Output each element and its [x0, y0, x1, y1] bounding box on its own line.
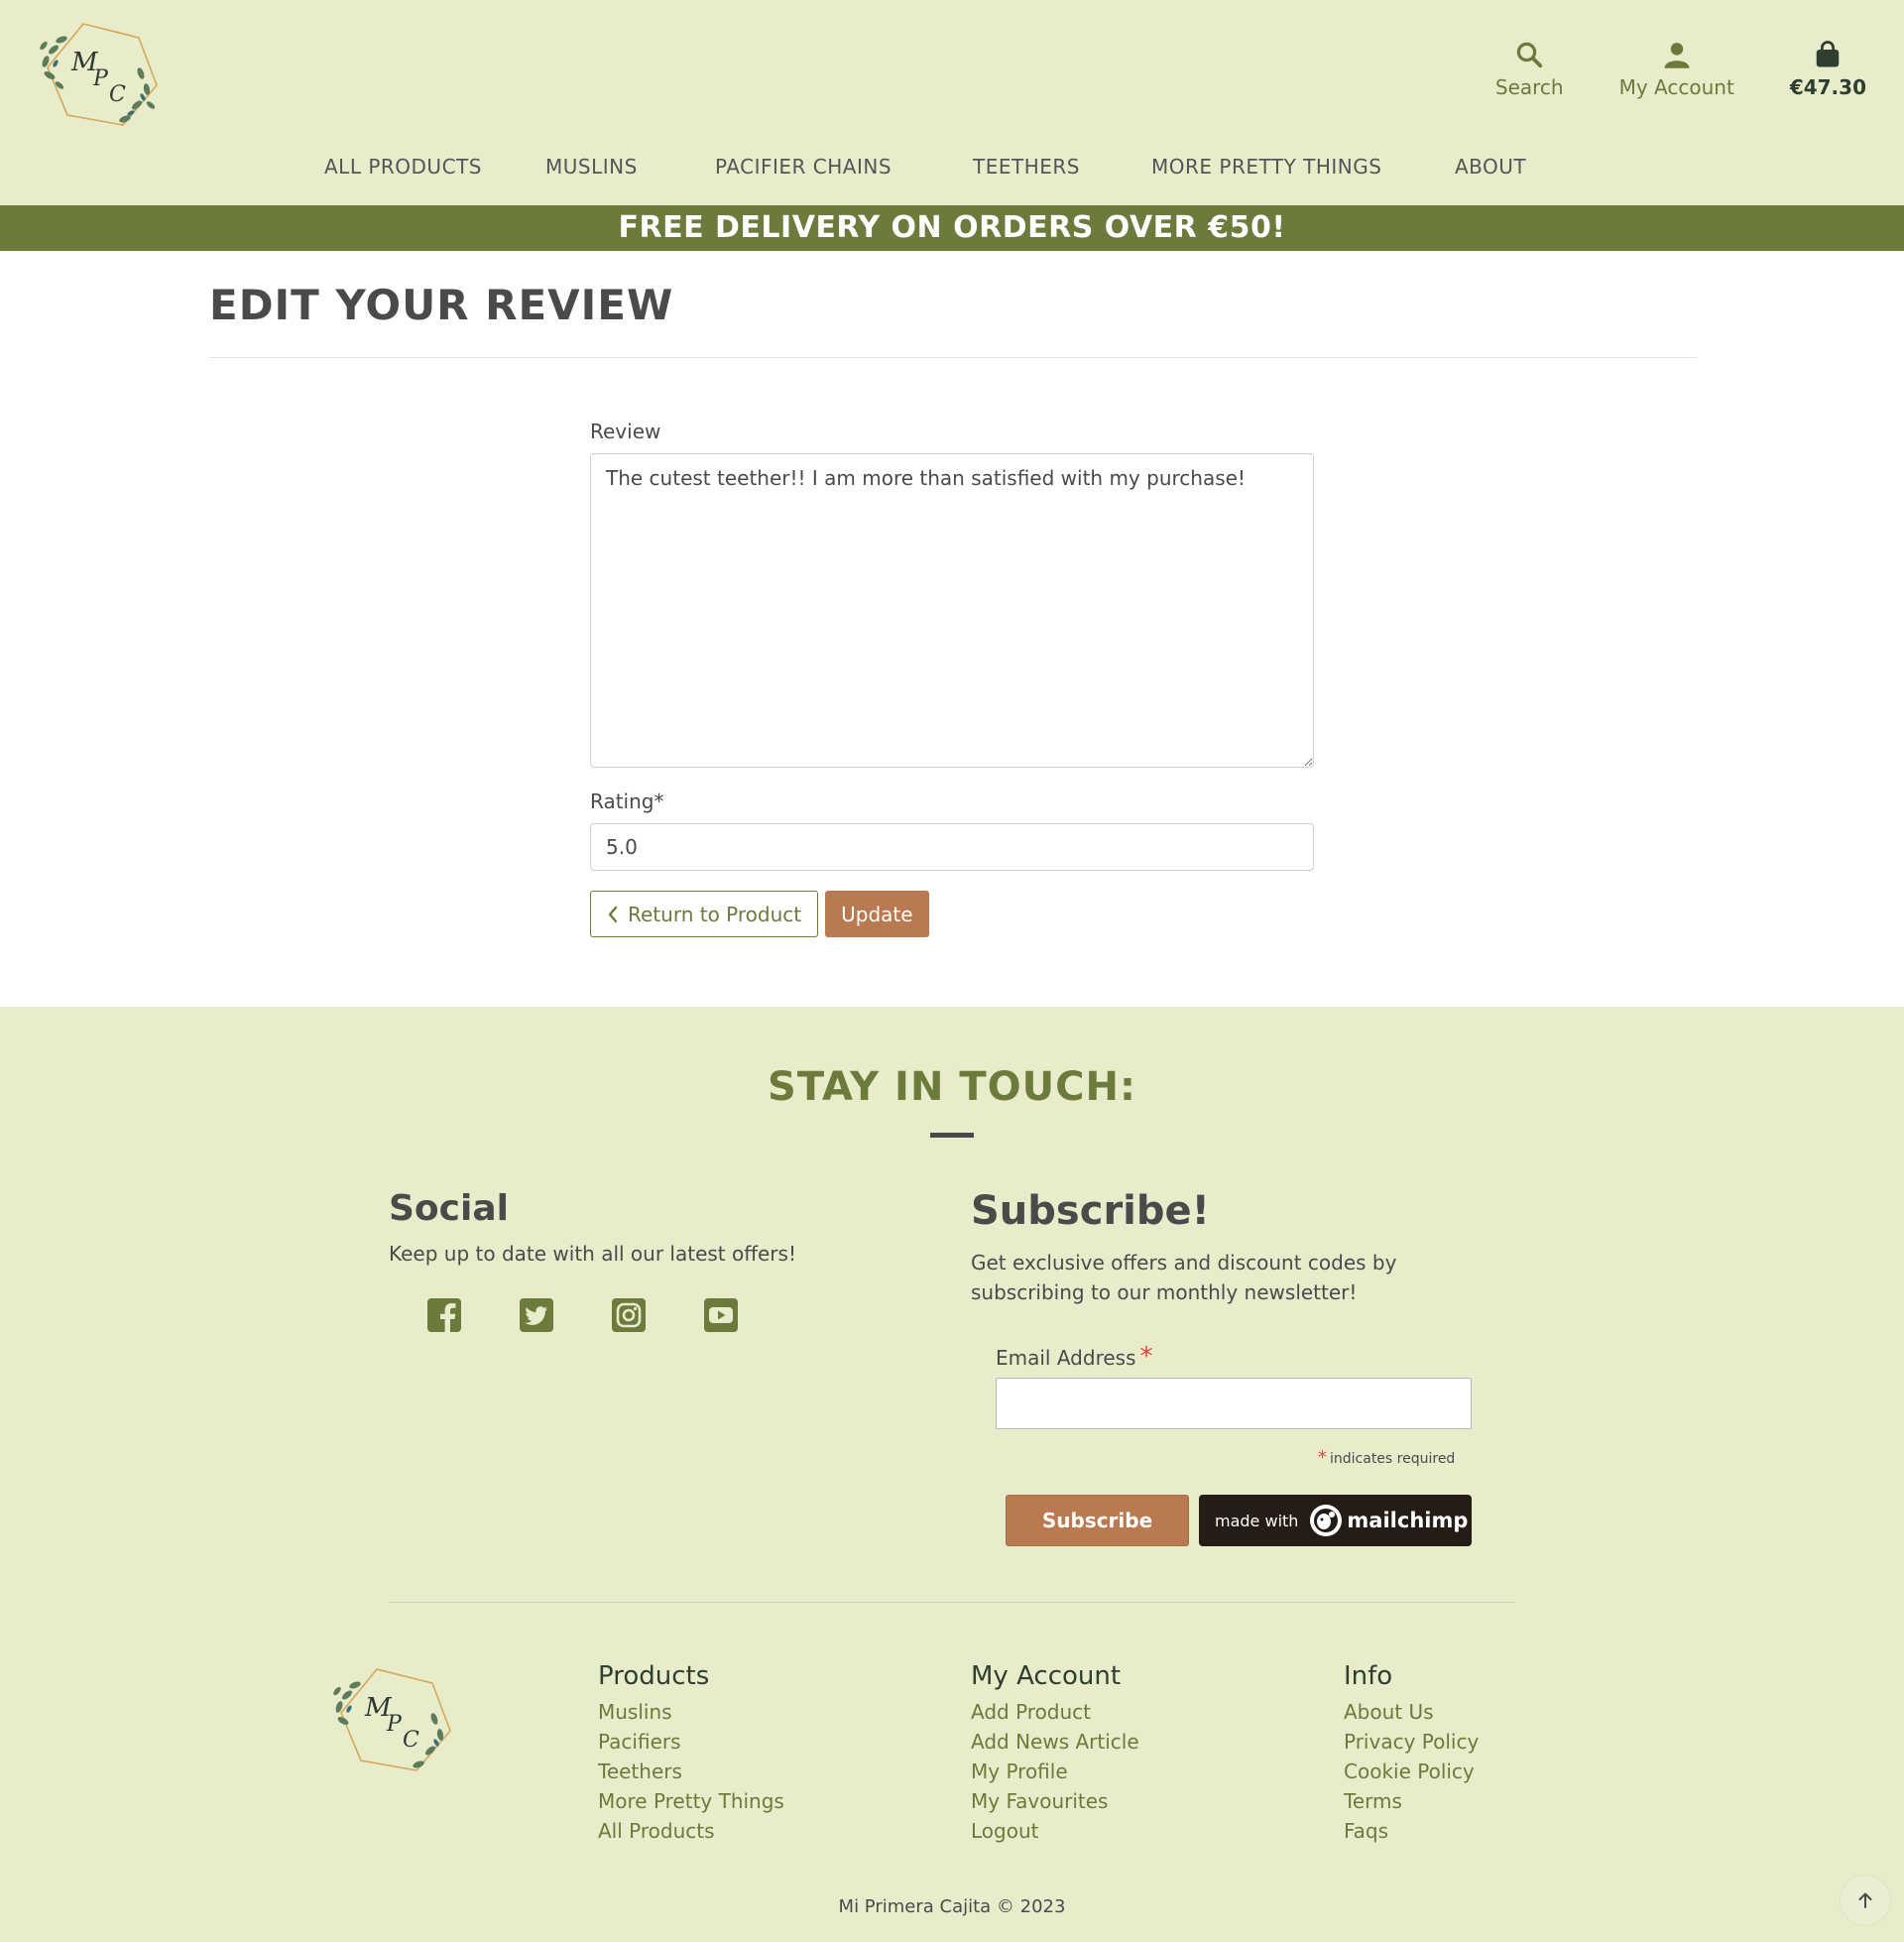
facebook-icon	[427, 1298, 461, 1333]
svg-text:P: P	[386, 1712, 403, 1737]
svg-text:P: P	[92, 66, 109, 91]
svg-text:C: C	[403, 1728, 419, 1753]
back-to-top-button[interactable]	[1840, 1875, 1891, 1926]
footer-link-privacy-policy[interactable]: Privacy Policy	[1344, 1727, 1479, 1757]
form-buttons: Return to Product Update	[590, 891, 1314, 937]
required-asterisk: *	[1139, 1342, 1153, 1372]
footer-col-info: Info About Us Privacy Policy Cookie Poli…	[1344, 1661, 1479, 1846]
footer-link-add-product[interactable]: Add Product	[971, 1697, 1139, 1727]
footer-link-my-profile[interactable]: My Profile	[971, 1757, 1139, 1786]
footer-logo-icon: M P C	[333, 1668, 451, 1771]
chevron-left-icon	[608, 906, 618, 922]
footer-link-muslins[interactable]: Muslins	[598, 1697, 784, 1727]
footer-link-add-news-article[interactable]: Add News Article	[971, 1727, 1139, 1757]
my-account-button[interactable]: My Account	[1619, 40, 1734, 99]
subscribe-title: Subscribe!	[971, 1188, 1210, 1234]
update-button[interactable]: Update	[825, 891, 929, 937]
subscribe-text: Get exclusive offers and discount codes …	[971, 1251, 1397, 1304]
page-title: EDIT YOUR REVIEW	[209, 281, 674, 329]
logo-wreath-icon: M P C	[40, 23, 158, 126]
free-delivery-banner: FREE DELIVERY ON ORDERS OVER €50!	[0, 205, 1904, 251]
social-title: Social	[389, 1188, 509, 1229]
footer-col-my-account: My Account Add Product Add News Article …	[971, 1661, 1139, 1846]
email-field[interactable]	[996, 1378, 1472, 1429]
youtube-link[interactable]	[703, 1297, 739, 1333]
arrow-up-icon	[1858, 1892, 1872, 1908]
main-nav: ALL PRODUCTS MUSLINS PACIFIER CHAINS TEE…	[0, 155, 1904, 184]
cart-total: €47.30	[1789, 75, 1866, 99]
user-icon	[1664, 43, 1690, 68]
search-label: Search	[1494, 75, 1564, 99]
instagram-link[interactable]	[611, 1297, 647, 1333]
review-label: Review	[590, 420, 661, 443]
title-divider	[209, 357, 1697, 358]
header-actions: Search My Account €47.30	[1440, 40, 1866, 109]
search-icon	[1517, 42, 1543, 68]
footer-link-more-pretty-things[interactable]: More Pretty Things	[598, 1786, 784, 1816]
facebook-link[interactable]	[426, 1297, 462, 1333]
footer-divider	[389, 1602, 1515, 1603]
shopping-bag-icon	[1817, 41, 1840, 67]
footer-col-products-title: Products	[598, 1661, 710, 1691]
youtube-icon	[704, 1298, 738, 1332]
footer-col-my-account-title: My Account	[971, 1661, 1122, 1691]
required-note-text: indicates required	[1330, 1451, 1456, 1467]
svg-text:C: C	[109, 82, 126, 107]
site-header: M P C Search My Account €47.30 ALL PRODU…	[0, 0, 1904, 205]
required-note: * indicates required	[1318, 1447, 1455, 1468]
nav-about[interactable]: ABOUT	[1455, 155, 1526, 179]
footer-link-logout[interactable]: Logout	[971, 1816, 1139, 1846]
required-asterisk-small: *	[1318, 1447, 1327, 1468]
mailchimp-logo-icon	[1310, 1505, 1343, 1536]
footer-link-about-us[interactable]: About Us	[1344, 1697, 1479, 1727]
edit-review-form: Review The cutest teether!! I am more th…	[590, 420, 1314, 937]
nav-muslins[interactable]: MUSLINS	[545, 155, 638, 179]
twitter-icon	[520, 1298, 553, 1332]
site-footer: STAY IN TOUCH: Social Keep up to date wi…	[0, 1007, 1904, 1942]
footer-col-info-title: Info	[1344, 1661, 1393, 1691]
instagram-icon	[612, 1298, 646, 1332]
nav-more-pretty-things[interactable]: MORE PRETTY THINGS	[1151, 155, 1381, 179]
cart-button[interactable]: €47.30	[1790, 40, 1866, 99]
mailchimp-badge[interactable]: made with mailchimp	[1199, 1495, 1472, 1546]
footer-col-products: Products Muslins Pacifiers Teethers More…	[598, 1661, 784, 1846]
footer-link-terms[interactable]: Terms	[1344, 1786, 1479, 1816]
footer-link-pacifiers[interactable]: Pacifiers	[598, 1727, 784, 1757]
rating-input[interactable]	[590, 823, 1314, 871]
review-textarea[interactable]: The cutest teether!! I am more than sati…	[590, 453, 1314, 768]
nav-all-products[interactable]: ALL PRODUCTS	[324, 155, 482, 179]
nav-teethers[interactable]: TEETHERS	[973, 155, 1080, 179]
subscribe-button[interactable]: Subscribe	[1006, 1495, 1189, 1546]
my-account-label: My Account	[1618, 75, 1734, 99]
social-icons	[426, 1297, 795, 1333]
footer-link-teethers[interactable]: Teethers	[598, 1757, 784, 1786]
twitter-link[interactable]	[519, 1297, 554, 1333]
footer-link-my-favourites[interactable]: My Favourites	[971, 1786, 1139, 1816]
social-text: Keep up to date with all our latest offe…	[389, 1242, 796, 1266]
mailchimp-brand: mailchimp	[1347, 1509, 1469, 1532]
footer-link-all-products[interactable]: All Products	[598, 1816, 784, 1846]
rating-label: Rating*	[590, 789, 664, 813]
nav-pacifier-chains[interactable]: PACIFIER CHAINS	[715, 155, 892, 179]
search-button[interactable]: Search	[1495, 40, 1564, 99]
email-label: Email Address *	[996, 1342, 1153, 1372]
stay-in-touch-title: STAY IN TOUCH:	[768, 1064, 1136, 1110]
stay-in-touch-divider	[930, 1133, 974, 1138]
footer-link-cookie-policy[interactable]: Cookie Policy	[1344, 1757, 1479, 1786]
return-label: Return to Product	[628, 902, 802, 926]
return-to-product-button[interactable]: Return to Product	[590, 891, 819, 937]
copyright: Mi Primera Cajita © 2023	[838, 1896, 1066, 1917]
mailchimp-made-with: made with	[1215, 1511, 1299, 1530]
main-content: EDIT YOUR REVIEW Review The cutest teeth…	[0, 251, 1904, 1007]
email-label-text: Email Address	[996, 1346, 1136, 1370]
footer-link-faqs[interactable]: Faqs	[1344, 1816, 1479, 1846]
